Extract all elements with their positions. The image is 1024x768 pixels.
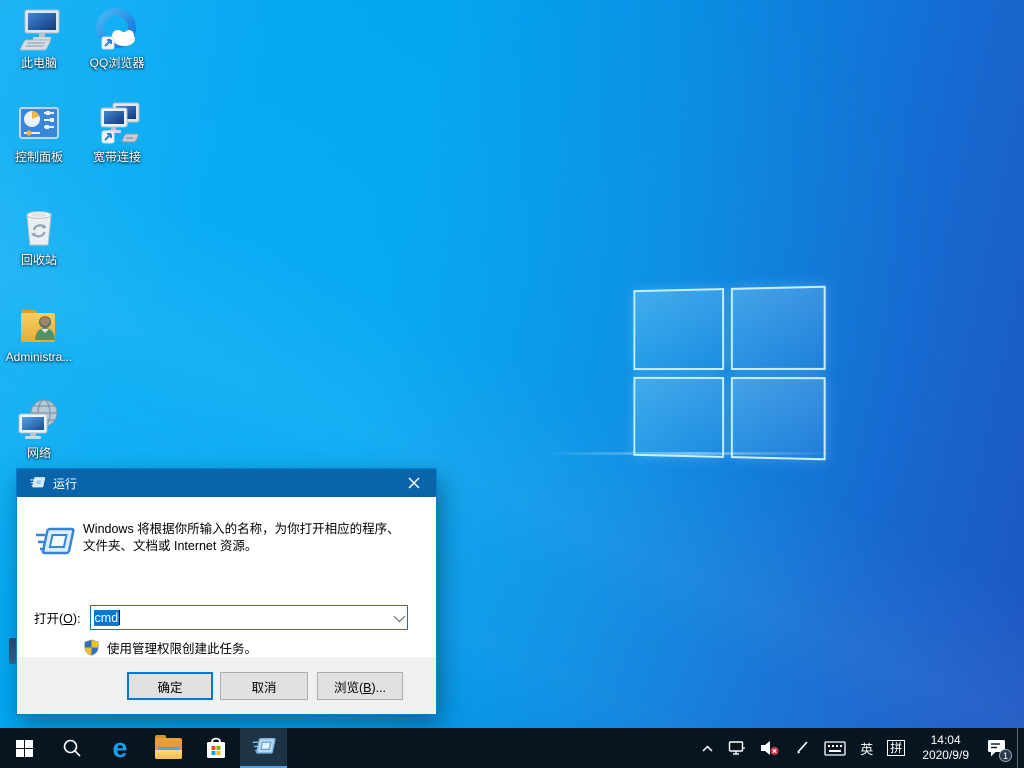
open-row: 打开(O): cmd — [34, 605, 408, 630]
show-desktop-button[interactable] — [1017, 728, 1022, 768]
desktop-icon-label: 回收站 — [21, 254, 57, 267]
network-icon — [15, 396, 63, 444]
run-icon — [29, 475, 46, 491]
desktop-icon-label: 网络 — [27, 447, 51, 460]
desktop-icon-this-pc[interactable]: 此电脑 — [0, 6, 78, 70]
qq-browser-icon — [93, 6, 141, 54]
cancel-button[interactable]: 取消 — [220, 672, 308, 700]
action-center-button[interactable]: 1 — [981, 728, 1013, 768]
taskbar: e 英 拼 14:04 2020/9/9 1 — [0, 728, 1024, 768]
windows-logo-pane — [730, 377, 825, 461]
clock-time: 14:04 — [931, 733, 961, 748]
desktop-icon-label: 控制面板 — [15, 151, 63, 164]
search-icon — [62, 738, 82, 758]
microsoft-store-icon — [204, 735, 228, 761]
desktop-icon-control-panel[interactable]: 控制面板 — [0, 100, 78, 164]
desktop-icon-network[interactable]: 网络 — [0, 396, 78, 460]
windows-ink-tray-button[interactable] — [789, 728, 815, 768]
desktop-icon-recycle-bin[interactable]: 回收站 — [0, 203, 78, 267]
taskbar-left: e — [0, 728, 287, 768]
text-caret — [119, 610, 120, 625]
close-icon — [408, 477, 420, 489]
start-button[interactable] — [0, 728, 48, 768]
desktop-icon-label: Administra... — [6, 351, 73, 364]
ok-button[interactable]: 确定 — [127, 672, 213, 700]
broadband-connection-icon — [93, 100, 141, 148]
run-icon — [251, 735, 277, 759]
windows-start-icon — [16, 740, 33, 757]
desktop-icon-administrator[interactable]: Administra... — [0, 300, 78, 364]
description-line-2: 文件夹、文档或 Internet 资源。 — [83, 538, 419, 555]
open-label: 打开(O): — [34, 608, 81, 627]
run-command-value: cmd — [94, 610, 120, 626]
desktop-icon-label: QQ浏览器 — [90, 57, 145, 70]
recycle-bin-icon — [15, 203, 63, 251]
notification-count-badge: 1 — [999, 749, 1012, 762]
taskbar-edge-button[interactable]: e — [96, 728, 144, 768]
control-panel-icon — [15, 100, 63, 148]
this-pc-icon — [15, 6, 63, 54]
edge-icon: e — [112, 735, 127, 762]
administrator-folder-icon — [15, 300, 63, 348]
run-dialog: 运行 Windows 将根据你所输入的名称，为你打开相应的程序、 文件夹、文档或… — [16, 468, 437, 715]
windows-logo — [633, 286, 825, 461]
close-button[interactable] — [391, 469, 436, 497]
desktop-icon-label: 宽带连接 — [93, 151, 141, 164]
browse-button[interactable]: 浏览(B)... — [317, 672, 403, 700]
speaker-muted-icon — [760, 740, 780, 756]
taskbar-store-button[interactable] — [192, 728, 240, 768]
run-dialog-footer: 确定 取消 浏览(B)... — [17, 657, 436, 714]
taskbar-run-app-button[interactable] — [240, 728, 287, 768]
windows-logo-pane — [633, 288, 723, 370]
volume-tray-button[interactable] — [755, 728, 785, 768]
run-dialog-title: 运行 — [53, 475, 77, 492]
run-command-combobox[interactable]: cmd — [90, 605, 408, 630]
touch-keyboard-tray-button[interactable] — [819, 728, 851, 768]
run-icon — [32, 523, 78, 563]
file-explorer-icon — [155, 738, 182, 759]
ethernet-network-icon — [728, 740, 746, 756]
run-dialog-description: Windows 将根据你所输入的名称，为你打开相应的程序、 文件夹、文档或 In… — [83, 521, 419, 555]
chevron-down-icon[interactable] — [393, 611, 404, 622]
search-button[interactable] — [48, 728, 96, 768]
admin-note-text: 使用管理权限创建此任务。 — [107, 638, 257, 657]
windows-logo-pane — [730, 286, 825, 370]
system-tray: 英 拼 14:04 2020/9/9 1 — [696, 728, 1024, 768]
desktop-icon-label: 此电脑 — [21, 57, 57, 70]
show-hidden-icons-button[interactable] — [696, 728, 719, 768]
desktop-icon-qq-browser[interactable]: QQ浏览器 — [78, 6, 156, 70]
logo-floor-glow — [540, 452, 840, 455]
pen-icon — [794, 740, 810, 756]
ime-mode-indicator[interactable]: 拼 — [882, 728, 910, 768]
run-dialog-titlebar[interactable]: 运行 — [17, 469, 436, 497]
clock-date: 2020/9/9 — [922, 748, 969, 763]
admin-privileges-note: 使用管理权限创建此任务。 — [83, 638, 257, 657]
network-tray-button[interactable] — [723, 728, 751, 768]
keyboard-icon — [824, 741, 846, 756]
description-line-1: Windows 将根据你所输入的名称，为你打开相应的程序、 — [83, 521, 419, 538]
run-dialog-body: Windows 将根据你所输入的名称，为你打开相应的程序、 文件夹、文档或 In… — [17, 497, 436, 657]
ime-language-indicator[interactable]: 英 — [855, 728, 878, 768]
chevron-up-icon — [701, 743, 714, 754]
desktop-screen: 此电脑 QQ浏览器 控制面板 宽带连接 回收站 Administra... 网络… — [0, 0, 1024, 768]
taskbar-file-explorer-button[interactable] — [144, 728, 192, 768]
windows-logo-pane — [633, 376, 723, 458]
taskbar-clock[interactable]: 14:04 2020/9/9 — [914, 733, 977, 763]
uac-shield-icon — [83, 639, 100, 656]
desktop-icon-broadband[interactable]: 宽带连接 — [78, 100, 156, 164]
